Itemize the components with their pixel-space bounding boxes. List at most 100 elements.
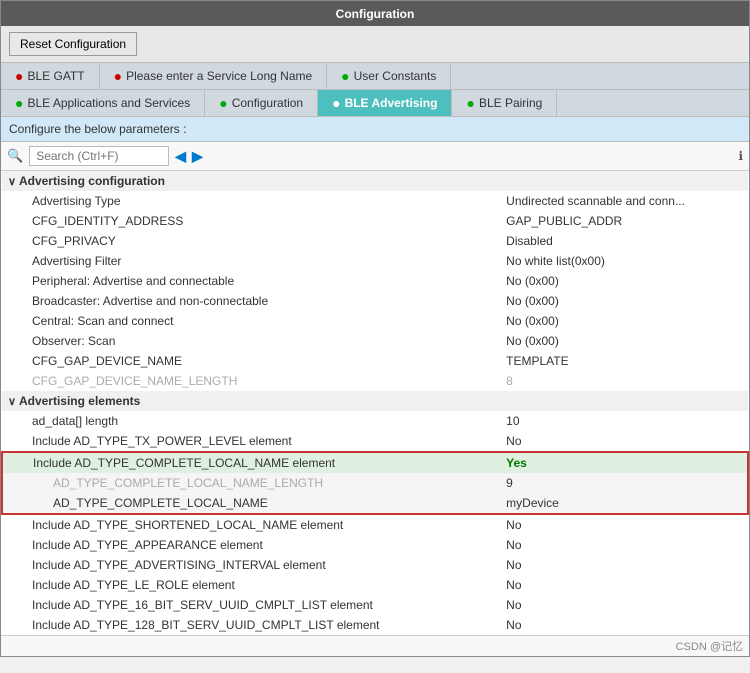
param-value: No (0x00) [500,271,748,291]
tab-ble-pairing[interactable]: ● BLE Pairing [452,90,557,116]
search-bar: 🔍 ◀ ▶ ℹ [1,142,749,171]
table-row-complete-local-name: Include AD_TYPE_COMPLETE_LOCAL_NAME elem… [2,452,748,473]
table-row: Advertising Type Undirected scannable an… [2,191,748,211]
tab-service-name[interactable]: ● Please enter a Service Long Name [100,63,328,89]
tab-ble-advertising[interactable]: ● BLE Advertising [318,90,452,116]
prev-arrow-icon[interactable]: ◀ [175,148,186,165]
param-label: Advertising Filter [2,251,500,271]
param-label: Include AD_TYPE_128_BIT_SERV_UUID_CMPLT_… [2,615,500,635]
table-row: CFG_PRIVACY Disabled [2,231,748,251]
param-label: Include AD_TYPE_LE_ROLE element [2,575,500,595]
param-value: 8 [500,371,748,391]
param-label: Peripheral: Advertise and connectable [2,271,500,291]
tab-dot-ble-pairing: ● [466,95,474,111]
window-title: Configuration [336,7,415,21]
info-icon[interactable]: ℹ [738,149,743,163]
param-value: 9 [500,473,748,493]
param-label: Include AD_TYPE_APPEARANCE element [2,535,500,555]
param-label: Include AD_TYPE_ADVERTISING_INTERVAL ele… [2,555,500,575]
table-row: Peripheral: Advertise and connectable No… [2,271,748,291]
table-row: ad_data[] length 10 [2,411,748,431]
tab-label-user-constants: User Constants [354,69,437,83]
table-row-complete-local-name-value: AD_TYPE_COMPLETE_LOCAL_NAME myDevice [2,493,748,514]
table-row: CFG_IDENTITY_ADDRESS GAP_PUBLIC_ADDR [2,211,748,231]
param-label: CFG_GAP_DEVICE_NAME_LENGTH [2,371,500,391]
param-label: AD_TYPE_COMPLETE_LOCAL_NAME [2,493,500,514]
section-advertising-elements: ∨ Advertising elements [2,391,748,411]
table-row: Observer: Scan No (0x00) [2,331,748,351]
param-label: Include AD_TYPE_TX_POWER_LEVEL element [2,431,500,452]
tab-dot-ble-advertising: ● [332,95,340,111]
param-value: No (0x00) [500,311,748,331]
next-arrow-icon[interactable]: ▶ [192,148,203,165]
table-row: Include AD_TYPE_APPEARANCE element No [2,535,748,555]
tabs-row-1: ● BLE GATT ● Please enter a Service Long… [1,63,749,90]
table-row: CFG_GAP_DEVICE_NAME TEMPLATE [2,351,748,371]
tab-label-ble-gatt: BLE GATT [27,69,84,83]
param-label: Include AD_TYPE_COMPLETE_LOCAL_NAME elem… [2,452,500,473]
param-label: Observer: Scan [2,331,500,351]
tab-dot-ble-apps: ● [15,95,23,111]
param-value: Disabled [500,231,748,251]
param-label: Include AD_TYPE_16_BIT_SERV_UUID_CMPLT_L… [2,595,500,615]
tab-dot-configuration: ● [219,95,227,111]
chevron-down-icon: ∨ [8,396,16,408]
tab-ble-apps[interactable]: ● BLE Applications and Services [1,90,205,116]
params-scroll-area[interactable]: ∨ Advertising configuration Advertising … [1,171,749,636]
param-value: No (0x00) [500,291,748,311]
tab-label-ble-apps: BLE Applications and Services [27,96,190,110]
param-value: No [500,595,748,615]
tab-label-ble-advertising: BLE Advertising [345,96,438,110]
param-value: No (0x00) [500,331,748,351]
table-row: Include AD_TYPE_LE_ROLE element No [2,575,748,595]
param-value: No [500,615,748,635]
search-icon: 🔍 [7,148,23,164]
title-bar: Configuration [1,1,749,26]
tab-label-ble-pairing: BLE Pairing [479,96,542,110]
tabs-row-2: ● BLE Applications and Services ● Config… [1,90,749,117]
param-value: Undirected scannable and conn... [500,191,748,211]
section-advertising-config: ∨ Advertising configuration [2,171,748,191]
configure-label: Configure the below parameters : [1,117,749,142]
search-input[interactable] [29,146,169,166]
param-label: CFG_GAP_DEVICE_NAME [2,351,500,371]
tab-dot-user-constants: ● [341,68,349,84]
param-value: No [500,575,748,595]
tab-label-service-name: Please enter a Service Long Name [126,69,312,83]
reset-config-button[interactable]: Reset Configuration [9,32,137,56]
table-row: Broadcaster: Advertise and non-connectab… [2,291,748,311]
table-row: Central: Scan and connect No (0x00) [2,311,748,331]
tab-dot-ble-gatt: ● [15,68,23,84]
tab-dot-service-name: ● [114,68,122,84]
table-row: Include AD_TYPE_TX_POWER_LEVEL element N… [2,431,748,452]
param-label: Central: Scan and connect [2,311,500,331]
param-value: TEMPLATE [500,351,748,371]
watermark: CSDN @记忆 [1,636,749,656]
tab-configuration[interactable]: ● Configuration [205,90,318,116]
table-row: Include AD_TYPE_128_BIT_SERV_UUID_CMPLT_… [2,615,748,635]
param-label: CFG_PRIVACY [2,231,500,251]
param-value: No white list(0x00) [500,251,748,271]
tab-user-constants[interactable]: ● User Constants [327,63,451,89]
param-value: myDevice [500,493,748,514]
param-label: ad_data[] length [2,411,500,431]
param-label: AD_TYPE_COMPLETE_LOCAL_NAME_LENGTH [2,473,500,493]
main-window: Configuration Reset Configuration ● BLE … [0,0,750,657]
tab-ble-gatt[interactable]: ● BLE GATT [1,63,100,89]
param-value: No [500,431,748,452]
param-label: Advertising Type [2,191,500,211]
table-row: Advertising Filter No white list(0x00) [2,251,748,271]
table-row: Include AD_TYPE_SHORTENED_LOCAL_NAME ele… [2,514,748,535]
tab-label-configuration: Configuration [232,96,303,110]
param-label: CFG_IDENTITY_ADDRESS [2,211,500,231]
chevron-down-icon: ∨ [8,176,16,188]
param-value: 10 [500,411,748,431]
table-row: Include AD_TYPE_16_BIT_SERV_UUID_CMPLT_L… [2,595,748,615]
param-value: No [500,555,748,575]
table-row: CFG_GAP_DEVICE_NAME_LENGTH 8 [2,371,748,391]
param-value: No [500,514,748,535]
params-table: ∨ Advertising configuration Advertising … [1,171,749,635]
toolbar: Reset Configuration [1,26,749,63]
param-value: GAP_PUBLIC_ADDR [500,211,748,231]
param-value: No [500,535,748,555]
